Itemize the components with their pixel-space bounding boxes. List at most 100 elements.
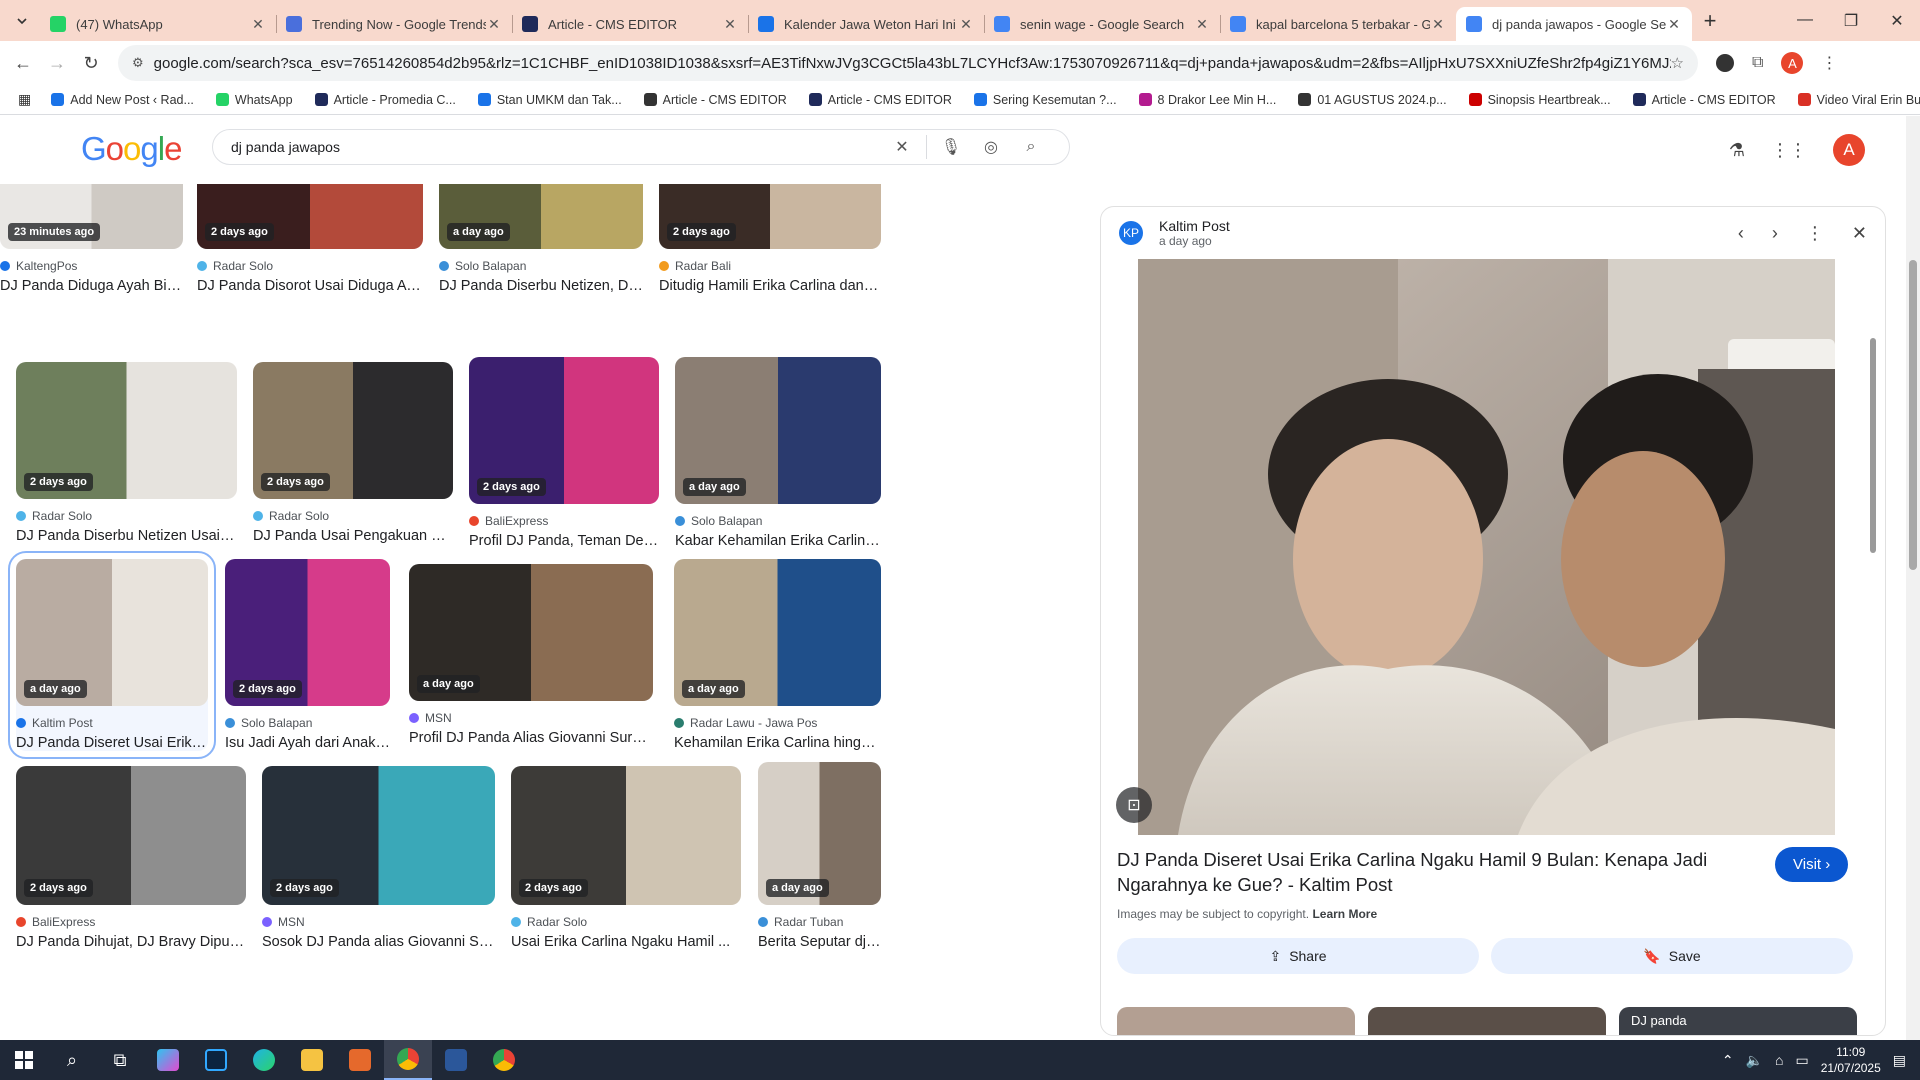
- result-caption[interactable]: Profil DJ Panda Alias Giovanni Surya ...: [409, 730, 653, 746]
- browser-tab[interactable]: dj panda jawapos - Google Sea ✕: [1456, 7, 1692, 41]
- result-source[interactable]: MSN: [262, 915, 495, 929]
- image-result-card[interactable]: a day ago Kaltim Post DJ Panda Diseret Usa…: [8, 551, 216, 759]
- edge-icon[interactable]: [240, 1040, 288, 1080]
- bookmark-item[interactable]: Add New Post ‹ Rad...: [51, 93, 194, 107]
- bookmark-item[interactable]: 8 Drakor Lee Min H...: [1138, 93, 1276, 107]
- preview-scrollbar[interactable]: [1867, 208, 1879, 1034]
- visual-search-icon[interactable]: ⊡: [1116, 787, 1152, 823]
- result-source[interactable]: Radar Solo: [16, 509, 237, 523]
- bookmark-item[interactable]: Sinopsis Heartbreak...: [1468, 93, 1611, 107]
- result-thumbnail[interactable]: 2 days ago: [511, 766, 741, 905]
- minimize-button[interactable]: —: [1782, 11, 1828, 31]
- search-input[interactable]: dj panda jawapos: [231, 139, 882, 155]
- result-caption[interactable]: DJ Panda Usai Pengakuan Erika ...: [253, 528, 453, 544]
- result-source[interactable]: Radar Solo: [253, 509, 453, 523]
- labs-flask-icon[interactable]: ⚗: [1729, 140, 1745, 161]
- copilot-icon[interactable]: [144, 1040, 192, 1080]
- image-result-card[interactable]: 2 days ago Radar Solo DJ Panda Disorot Usa…: [197, 184, 423, 294]
- next-image-icon[interactable]: ›: [1772, 223, 1778, 244]
- result-source[interactable]: Radar Solo: [511, 915, 741, 929]
- more-options-icon[interactable]: ⋮: [1806, 223, 1824, 244]
- voice-search-icon[interactable]: 🎙: [931, 137, 971, 157]
- preview-image[interactable]: [1138, 259, 1835, 835]
- image-result-card[interactable]: 2 days ago Radar Bali Ditudig Hamili Erika…: [659, 184, 881, 294]
- learn-more-link[interactable]: Learn More: [1312, 907, 1377, 921]
- preview-source-name[interactable]: Kaltim Post: [1159, 218, 1230, 234]
- share-button[interactable]: ⇪ Share: [1117, 938, 1479, 974]
- extension-icon[interactable]: [1716, 54, 1734, 72]
- apps-grid-icon[interactable]: ▦: [18, 91, 31, 108]
- result-source[interactable]: Solo Balapan: [225, 716, 390, 730]
- notifications-icon[interactable]: ▤: [1893, 1052, 1906, 1069]
- image-result-card[interactable]: 2 days ago BaliExpress Profil DJ Panda, Te…: [469, 357, 659, 549]
- close-tab-icon[interactable]: ✕: [958, 16, 974, 33]
- result-thumbnail[interactable]: 2 days ago: [262, 766, 495, 905]
- ppt-icon[interactable]: [336, 1040, 384, 1080]
- result-thumbnail[interactable]: 2 days ago: [253, 362, 453, 499]
- close-tab-icon[interactable]: ✕: [722, 16, 738, 33]
- account-avatar[interactable]: A: [1833, 134, 1865, 166]
- bookmark-item[interactable]: Article - CMS EDITOR: [808, 93, 952, 107]
- file-explorer-icon[interactable]: [288, 1040, 336, 1080]
- result-thumbnail[interactable]: 2 days ago: [16, 766, 246, 905]
- tab-search-button[interactable]: [8, 7, 36, 35]
- extensions-puzzle-icon[interactable]: ⧉: [1752, 54, 1763, 72]
- result-source[interactable]: BaliExpress: [469, 514, 659, 528]
- result-caption[interactable]: Kehamilan Erika Carlina hingga ...: [674, 735, 881, 751]
- new-tab-button[interactable]: +: [1692, 8, 1728, 34]
- google-apps-icon[interactable]: ⋮⋮: [1771, 140, 1807, 161]
- bookmark-item[interactable]: WhatsApp: [215, 93, 293, 107]
- result-caption[interactable]: Isu Jadi Ayah dari Anak Erik...: [225, 735, 390, 751]
- browser-tab[interactable]: kapal barcelona 5 terbakar - Go ✕: [1220, 7, 1456, 41]
- browser-tab[interactable]: Kalender Jawa Weton Hari Ini J ✕: [748, 7, 984, 41]
- result-caption[interactable]: DJ Panda Diserbu Netizen Usai Erika ...: [16, 528, 237, 544]
- bookmark-item[interactable]: Video Viral Erin Bug...: [1797, 93, 1920, 107]
- chrome-icon[interactable]: [384, 1040, 432, 1080]
- related-image-1[interactable]: [1117, 1007, 1355, 1035]
- result-thumbnail[interactable]: 2 days ago: [225, 559, 390, 706]
- bookmark-item[interactable]: Stan UMKM dan Tak...: [477, 93, 622, 107]
- search-box[interactable]: dj panda jawapos ✕ 🎙 ◎ ⌕: [212, 129, 1070, 165]
- word-icon[interactable]: [432, 1040, 480, 1080]
- result-thumbnail[interactable]: a day ago: [439, 184, 643, 249]
- related-image-2[interactable]: [1368, 1007, 1606, 1035]
- result-caption[interactable]: Sosok DJ Panda alias Giovanni Surya ...: [262, 934, 495, 950]
- volume-icon[interactable]: 🔈: [1746, 1052, 1763, 1069]
- result-source[interactable]: Radar Lawu - Jawa Pos: [674, 716, 881, 730]
- site-info-icon[interactable]: ⚙: [132, 55, 144, 71]
- result-source[interactable]: Radar Bali: [659, 259, 881, 273]
- image-result-card[interactable]: a day ago Solo Balapan DJ Panda Diserbu Ne…: [439, 184, 643, 294]
- bookmark-item[interactable]: Sering Kesemutan ?...: [973, 93, 1117, 107]
- result-source[interactable]: Solo Balapan: [439, 259, 643, 273]
- result-caption[interactable]: DJ Panda Diseret Usai Erika Car...: [16, 735, 208, 751]
- result-thumbnail[interactable]: 23 minutes ago: [0, 184, 183, 249]
- result-thumbnail[interactable]: 2 days ago: [197, 184, 423, 249]
- result-caption[interactable]: DJ Panda Diduga Ayah Biol...: [0, 278, 183, 294]
- result-caption[interactable]: DJ Panda Dihujat, DJ Bravy Dipuji ...: [16, 934, 246, 950]
- result-thumbnail[interactable]: 2 days ago: [16, 362, 237, 499]
- image-result-card[interactable]: 2 days ago Radar Solo DJ Panda Diserbu Net…: [16, 362, 237, 544]
- page-scrollbar[interactable]: [1906, 116, 1920, 1040]
- close-tab-icon[interactable]: ✕: [250, 16, 266, 33]
- profile-avatar[interactable]: A: [1781, 52, 1804, 74]
- image-result-card[interactable]: a day ago Radar Tuban Berita Seputar dj pa…: [758, 762, 881, 950]
- result-caption[interactable]: Berita Seputar dj pa...: [758, 934, 881, 950]
- start-windows-icon[interactable]: [0, 1040, 48, 1080]
- preview-title[interactable]: DJ Panda Diseret Usai Erika Carlina Ngak…: [1117, 847, 1727, 897]
- lens-search-icon[interactable]: ◎: [971, 137, 1011, 157]
- result-caption[interactable]: Kabar Kehamilan Erika Carlina ...: [675, 533, 881, 549]
- restore-button[interactable]: ❐: [1828, 11, 1874, 31]
- close-tab-icon[interactable]: ✕: [486, 16, 502, 33]
- browser-tab[interactable]: (47) WhatsApp ✕: [40, 7, 276, 41]
- clear-search-icon[interactable]: ✕: [882, 137, 922, 157]
- battery-icon[interactable]: ▭: [1795, 1052, 1808, 1069]
- close-tab-icon[interactable]: ✕: [1194, 16, 1210, 33]
- result-caption[interactable]: Ditudig Hamili Erika Carlina dan Tak ...: [659, 278, 881, 294]
- result-caption[interactable]: Usai Erika Carlina Ngaku Hamil ...: [511, 934, 741, 950]
- result-thumbnail[interactable]: a day ago: [409, 564, 653, 701]
- result-source[interactable]: MSN: [409, 711, 653, 725]
- result-source[interactable]: Solo Balapan: [675, 514, 881, 528]
- previous-image-icon[interactable]: ‹: [1738, 223, 1744, 244]
- result-thumbnail[interactable]: a day ago: [675, 357, 881, 504]
- clock[interactable]: 11:09 21/07/2025: [1821, 1044, 1881, 1076]
